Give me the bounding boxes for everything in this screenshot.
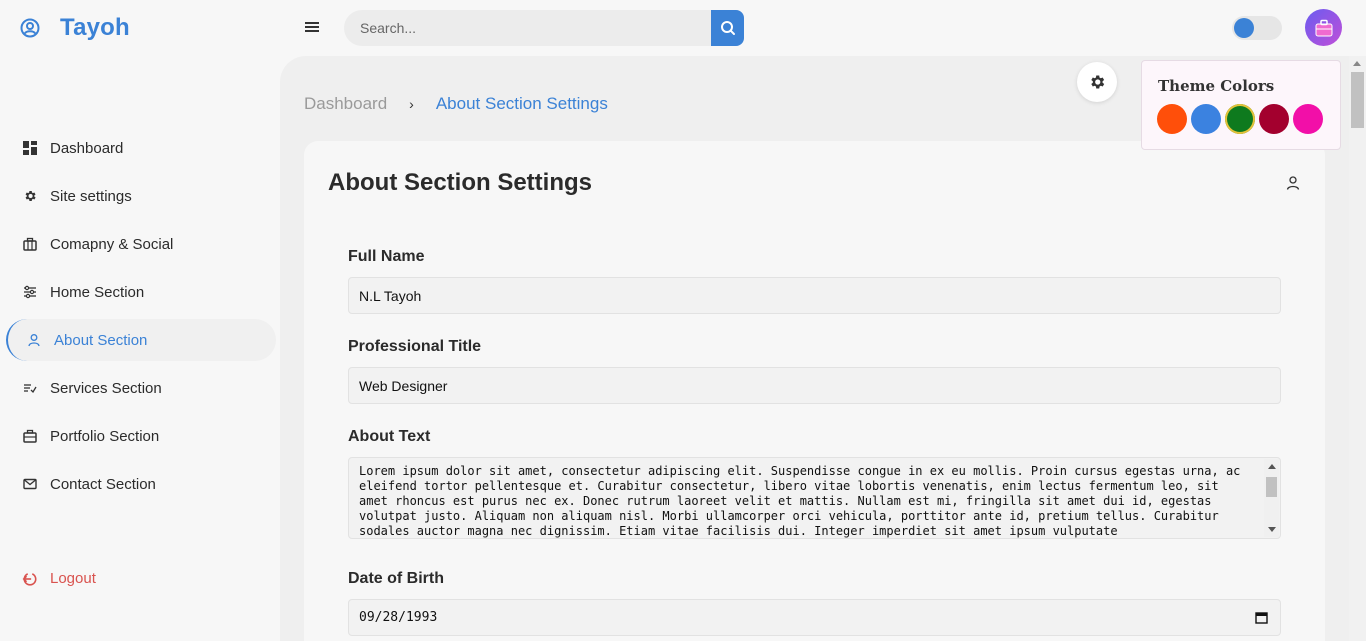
color-swatch[interactable]	[1157, 104, 1187, 134]
search-bar	[344, 10, 744, 46]
user-circle-icon	[20, 18, 40, 38]
sidebar-item-dashboard[interactable]: Dashboard	[0, 124, 280, 172]
search-icon	[720, 21, 735, 35]
brand[interactable]: Tayoh	[20, 14, 130, 42]
user-icon	[26, 332, 42, 348]
calendar-icon[interactable]	[1255, 611, 1268, 624]
textarea-scrollbar[interactable]	[1264, 459, 1279, 537]
scroll-up-arrow-icon[interactable]	[1353, 61, 1361, 66]
toggle-knob	[1234, 18, 1254, 38]
scroll-down-arrow-icon[interactable]	[1268, 527, 1276, 532]
sidebar-item-label: About Section	[54, 331, 148, 349]
date-of-birth-label: Date of Birth	[348, 570, 444, 587]
date-of-birth-value: 09/28/1993	[359, 610, 438, 625]
settings-gear-button[interactable]	[1077, 62, 1117, 102]
breadcrumb-current: About Section Settings	[435, 94, 608, 113]
menu-toggle-button[interactable]	[305, 20, 319, 34]
sidebar-item-contact-section[interactable]: Contact Section	[0, 460, 280, 508]
sidebar-item-label: Home Section	[50, 283, 145, 301]
sidebar-item-site-settings[interactable]: Site settings	[0, 172, 280, 220]
full-name-field[interactable]: N.L Tayoh	[348, 277, 1281, 314]
full-name-label: Full Name	[348, 248, 425, 265]
sliders-icon	[22, 284, 38, 300]
sidebar-item-home-section[interactable]: Home Section	[0, 268, 280, 316]
page-title: About Section Settings	[328, 169, 592, 196]
page-scrollbar[interactable]	[1349, 56, 1366, 641]
scroll-thumb[interactable]	[1351, 72, 1364, 128]
sidebar: Dashboard Site settings Comapny & Social…	[0, 124, 280, 508]
avatar[interactable]	[1305, 9, 1342, 46]
gear-icon	[1091, 75, 1105, 89]
theme-colors-title: Theme Colors	[1158, 77, 1275, 95]
user-icon	[1286, 176, 1300, 190]
color-swatch[interactable]	[1191, 104, 1221, 134]
brand-name: Tayoh	[60, 14, 130, 41]
toolbox-icon	[22, 428, 38, 444]
theme-colors-panel: Theme Colors	[1141, 60, 1341, 150]
sidebar-item-about-section[interactable]: About Section	[6, 319, 276, 361]
sidebar-item-label: Dashboard	[50, 139, 124, 157]
about-text-field[interactable]: Lorem ipsum dolor sit amet, consectetur …	[348, 457, 1281, 539]
sidebar-item-label: Services Section	[50, 379, 162, 397]
logout-label: Logout	[50, 570, 96, 587]
color-swatch[interactable]	[1225, 104, 1255, 134]
sidebar-item-company-social[interactable]: Comapny & Social	[0, 220, 280, 268]
list-check-icon	[22, 380, 38, 396]
sidebar-item-label: Contact Section	[50, 475, 156, 493]
search-button[interactable]	[711, 10, 744, 46]
about-settings-card: About Section Settings Full Name N.L Tay…	[304, 141, 1325, 641]
gear-icon	[22, 188, 38, 204]
about-text-label: About Text	[348, 428, 431, 445]
hamburger-icon	[305, 22, 319, 24]
scroll-up-arrow-icon[interactable]	[1268, 464, 1276, 469]
sidebar-item-label: Site settings	[50, 187, 132, 205]
about-text-content: Lorem ipsum dolor sit amet, consectetur …	[359, 464, 1241, 538]
chevron-right-icon: ›	[409, 96, 414, 112]
color-swatches	[1157, 104, 1323, 134]
color-swatch[interactable]	[1259, 104, 1289, 134]
breadcrumb-home-link[interactable]: Dashboard	[304, 94, 387, 114]
date-of-birth-field[interactable]: 09/28/1993	[348, 599, 1281, 636]
sidebar-item-label: Comapny & Social	[50, 235, 174, 253]
sidebar-item-label: Portfolio Section	[50, 427, 160, 445]
grid-icon	[22, 140, 38, 156]
logout-icon	[22, 572, 37, 586]
theme-toggle[interactable]	[1232, 16, 1282, 40]
professional-title-label: Professional Title	[348, 338, 482, 355]
briefcase-avatar-icon	[1315, 19, 1332, 36]
scroll-thumb[interactable]	[1266, 477, 1277, 497]
logout-button[interactable]: Logout	[22, 570, 96, 587]
breadcrumb: Dashboard › About Section Settings	[304, 94, 608, 114]
sidebar-item-portfolio-section[interactable]: Portfolio Section	[0, 412, 280, 460]
professional-title-field[interactable]: Web Designer	[348, 367, 1281, 404]
sidebar-item-services-section[interactable]: Services Section	[0, 364, 280, 412]
search-input[interactable]	[344, 10, 711, 46]
briefcase-icon	[22, 236, 38, 252]
color-swatch[interactable]	[1293, 104, 1323, 134]
mail-icon	[22, 476, 38, 492]
